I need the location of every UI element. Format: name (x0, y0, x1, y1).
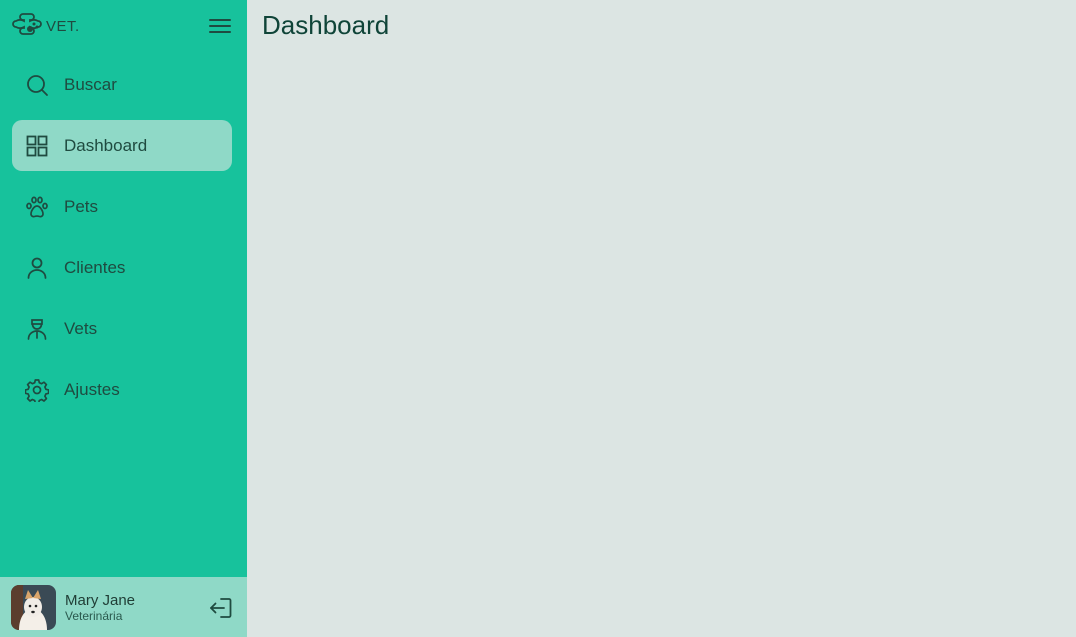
sidebar-item-label: Clientes (64, 257, 126, 277)
paw-cross-logo-icon (12, 11, 42, 42)
sidebar-item-label: Vets (64, 318, 98, 338)
sidebar-item-ajustes[interactable]: Ajustes (12, 364, 232, 415)
gear-icon (25, 378, 49, 402)
sidebar: VET. Buscar Dashboard Pets Clientes Vets… (0, 0, 247, 637)
sidebar-item-clientes[interactable]: Clientes (12, 242, 232, 293)
paw-icon (25, 195, 49, 219)
sidebar-item-dashboard[interactable]: Dashboard (12, 120, 232, 171)
user-card: Mary Jane Veterinária (0, 577, 247, 637)
grid-icon (25, 134, 49, 158)
hamburger-menu-button[interactable] (206, 14, 234, 38)
sidebar-item-label: Dashboard (64, 135, 148, 155)
search-icon (25, 73, 49, 97)
sidebar-item-vets[interactable]: Vets (12, 303, 232, 354)
sidebar-nav: Buscar Dashboard Pets Clientes Vets Ajus… (12, 59, 232, 425)
logout-button[interactable] (208, 595, 234, 621)
sidebar-item-label: Buscar (64, 74, 117, 94)
user-name: Mary Jane (65, 591, 136, 609)
veterinarian-icon (25, 317, 49, 341)
page-title: Dashboard (262, 10, 390, 40)
user-icon (25, 256, 49, 280)
sidebar-item-buscar[interactable]: Buscar (12, 59, 232, 110)
brand-name: VET. (46, 17, 80, 35)
hamburger-menu-icon (206, 19, 234, 42)
user-info: Mary Jane Veterinária (65, 592, 135, 623)
sidebar-item-pets[interactable]: Pets (12, 181, 232, 232)
brand[interactable]: VET. (12, 12, 80, 40)
main-content: Dashboard (247, 0, 1076, 637)
app: VET. Buscar Dashboard Pets Clientes Vets… (0, 0, 1076, 637)
user-role: Veterinária (65, 608, 123, 623)
avatar[interactable] (11, 584, 56, 630)
sidebar-item-label: Ajustes (64, 379, 120, 399)
sidebar-item-label: Pets (64, 196, 99, 216)
logout-icon (208, 598, 234, 625)
